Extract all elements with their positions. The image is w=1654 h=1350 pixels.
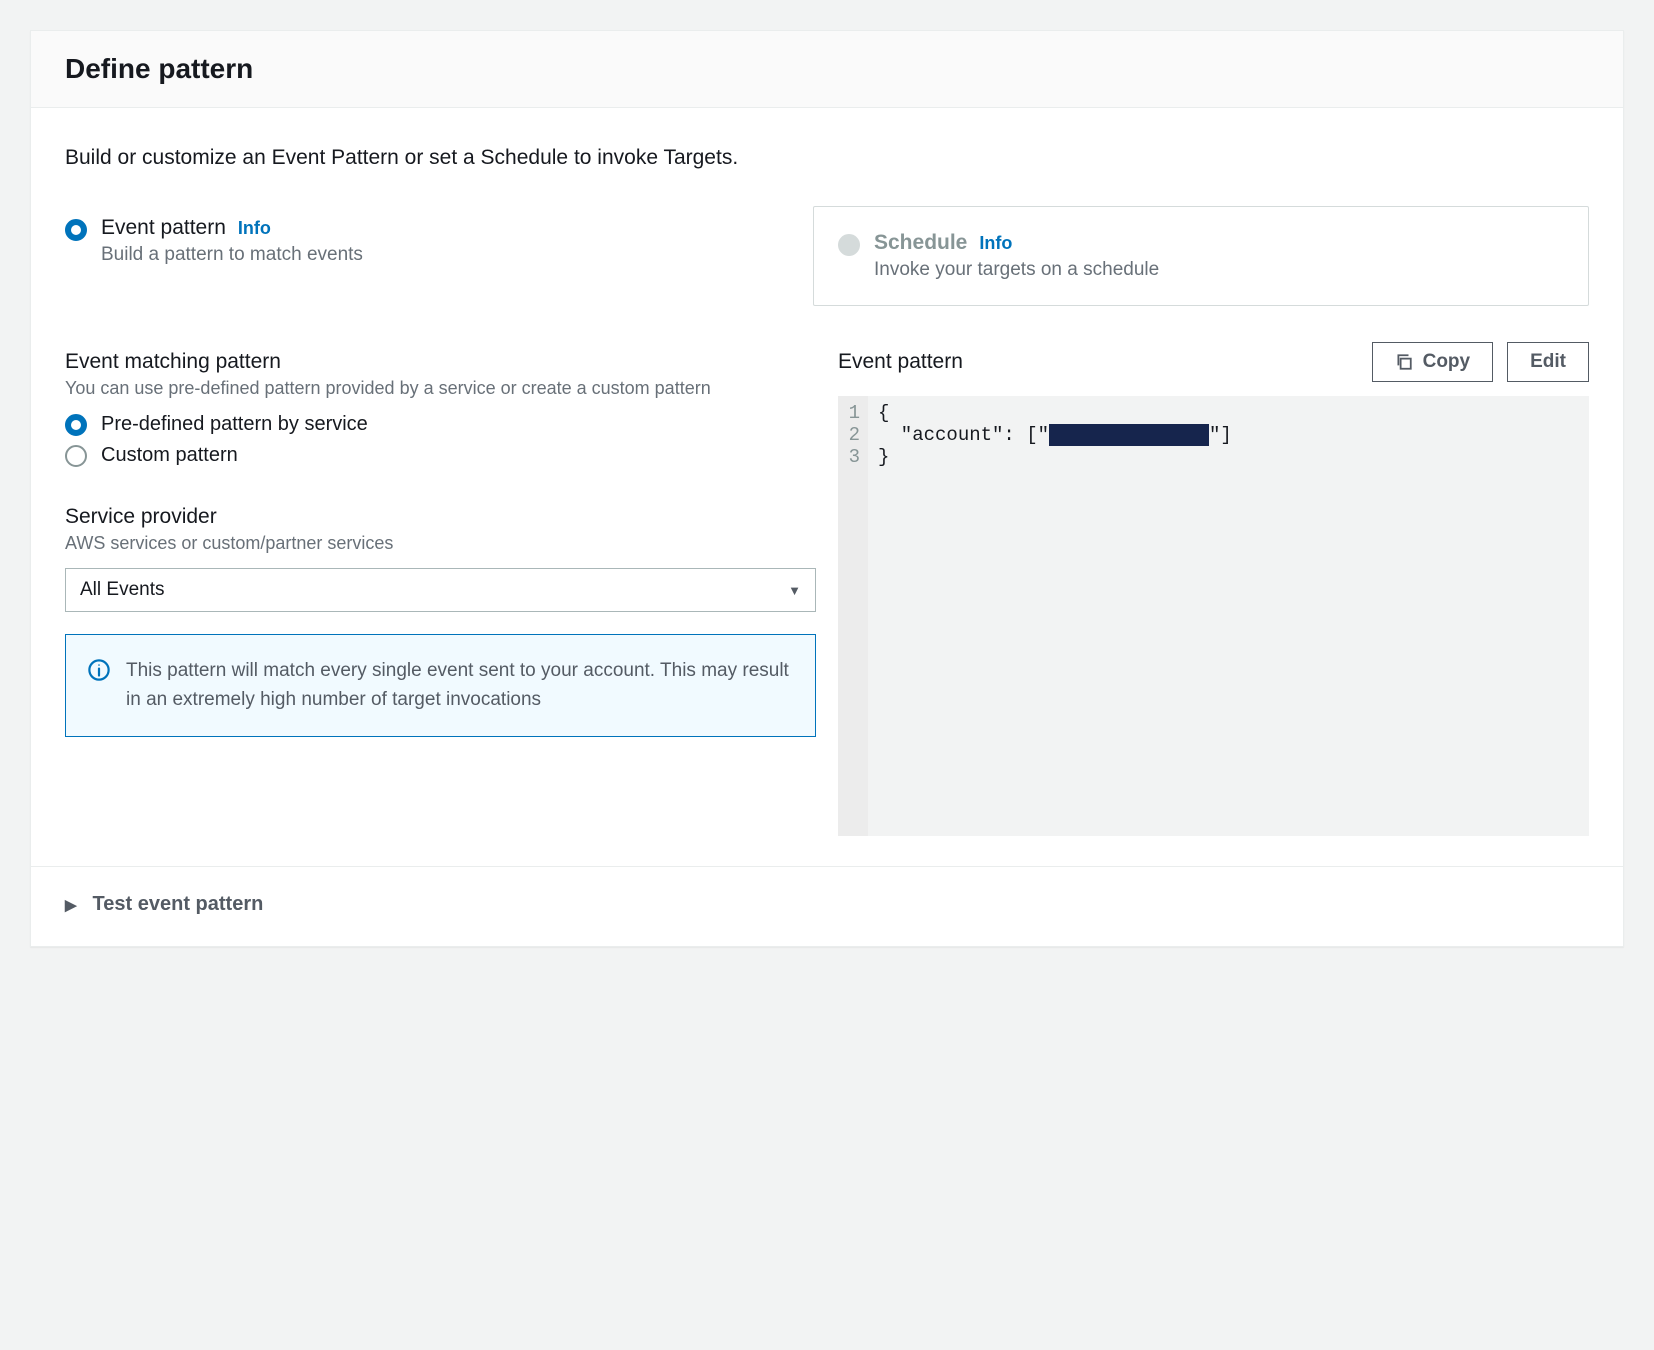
right-column: Event pattern Copy E — [838, 342, 1589, 836]
event-pattern-code: 123 { "account": [""] } — [838, 396, 1589, 836]
two-column-layout: Event matching pattern You can use pre-d… — [65, 342, 1589, 836]
panel-body: Build or customize an Event Pattern or s… — [31, 108, 1623, 866]
panel-header: Define pattern — [31, 31, 1623, 108]
radio-selected-icon — [65, 219, 87, 241]
provider-sub: AWS services or custom/partner services — [65, 531, 816, 556]
edit-button[interactable]: Edit — [1507, 342, 1589, 382]
redacted-account-id — [1049, 424, 1209, 446]
event-pattern-info-link[interactable]: Info — [238, 218, 271, 239]
event-pattern-header: Event pattern Copy E — [838, 342, 1589, 382]
chevron-right-icon: ▶ — [65, 896, 77, 914]
panel-title: Define pattern — [65, 53, 1589, 85]
left-column: Event matching pattern You can use pre-d… — [65, 342, 816, 836]
code-gutter: 123 — [838, 396, 868, 836]
schedule-option[interactable]: Schedule Info Invoke your targets on a s… — [813, 206, 1589, 306]
event-pattern-title: Event pattern — [838, 350, 963, 374]
radio-selected-icon — [65, 414, 87, 436]
service-provider-select[interactable]: All Events ▼ — [65, 568, 816, 612]
info-alert: This pattern will match every single eve… — [65, 634, 816, 737]
define-pattern-panel: Define pattern Build or customize an Eve… — [30, 30, 1624, 947]
schedule-label: Schedule — [874, 231, 967, 255]
edit-label: Edit — [1530, 351, 1566, 373]
chevron-down-icon: ▼ — [788, 583, 801, 598]
provider-selected: All Events — [80, 579, 164, 601]
intro-text: Build or customize an Event Pattern or s… — [65, 146, 1589, 170]
provider-title: Service provider — [65, 505, 816, 529]
copy-label: Copy — [1423, 351, 1471, 373]
custom-pattern-radio[interactable]: Custom pattern — [65, 444, 816, 467]
radio-unselected-icon — [838, 234, 860, 256]
alert-text: This pattern will match every single eve… — [126, 657, 793, 714]
info-icon — [88, 659, 110, 714]
test-event-pattern-label: Test event pattern — [93, 893, 264, 916]
event-pattern-desc: Build a pattern to match events — [101, 244, 363, 266]
matching-title: Event matching pattern — [65, 350, 816, 374]
matching-sub: You can use pre-defined pattern provided… — [65, 376, 816, 401]
custom-label: Custom pattern — [101, 444, 238, 467]
schedule-info-link[interactable]: Info — [979, 233, 1012, 254]
copy-button[interactable]: Copy — [1372, 342, 1494, 382]
event-pattern-label: Event pattern — [101, 216, 226, 240]
event-pattern-option[interactable]: Event pattern Info Build a pattern to ma… — [65, 206, 791, 306]
predefined-pattern-radio[interactable]: Pre-defined pattern by service — [65, 413, 816, 436]
schedule-desc: Invoke your targets on a schedule — [874, 259, 1159, 281]
radio-unselected-icon — [65, 445, 87, 467]
pattern-type-row: Event pattern Info Build a pattern to ma… — [65, 206, 1589, 306]
code-body[interactable]: { "account": [""] } — [868, 396, 1589, 836]
copy-icon — [1395, 353, 1413, 371]
test-event-pattern-toggle[interactable]: ▶ Test event pattern — [31, 866, 1623, 946]
predefined-label: Pre-defined pattern by service — [101, 413, 368, 436]
